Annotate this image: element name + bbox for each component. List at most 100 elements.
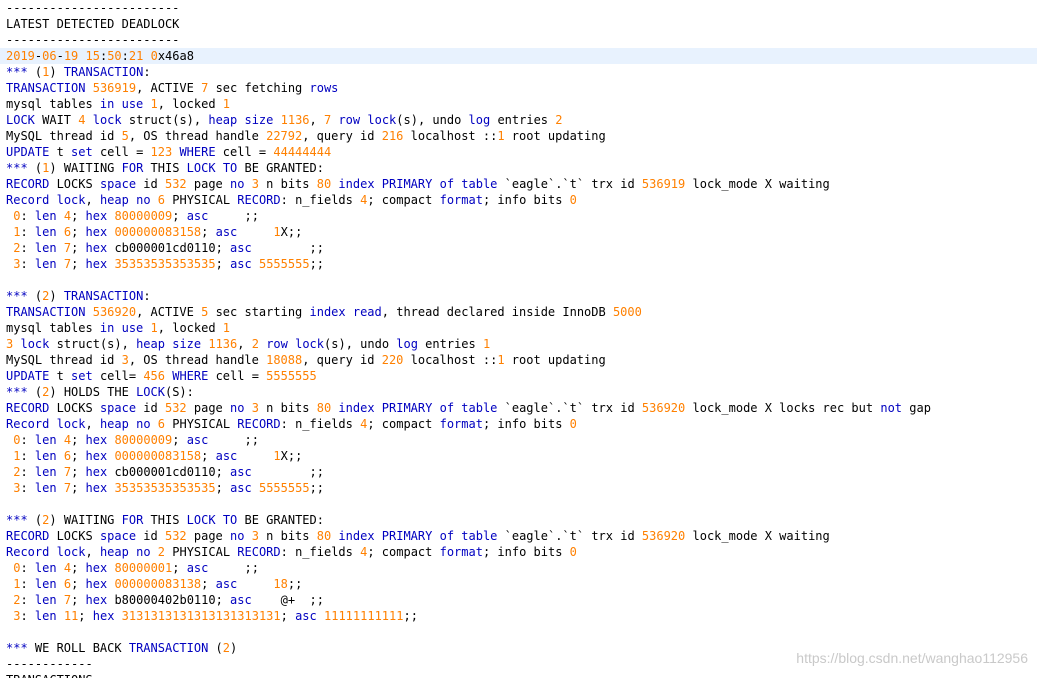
keyword-token: asc — [215, 225, 238, 239]
code-line: 3: len 7; hex 35353535353535; asc 555555… — [0, 256, 1037, 272]
keyword-token: table — [461, 177, 498, 191]
text-token: : — [143, 65, 151, 79]
keyword-token: index — [309, 305, 346, 319]
text-token: ; — [71, 481, 86, 495]
keyword-token: no — [230, 401, 245, 415]
number-token: 216 — [381, 129, 404, 143]
keyword-token: TRANSACTION — [6, 305, 86, 319]
text-token: (s), undo — [396, 113, 469, 127]
keyword-token: index — [338, 529, 375, 543]
number-token: 6 — [63, 577, 72, 591]
text-token: - — [56, 49, 64, 63]
text-token: : n_fields — [280, 545, 361, 559]
keyword-token: UPDATE — [6, 369, 50, 383]
number-token: 5 — [121, 129, 129, 143]
text-token: ; — [71, 449, 86, 463]
keyword-token: heap — [99, 417, 129, 431]
code-line: 2: len 7; hex cb000001cd0110; asc ;; — [0, 464, 1037, 480]
number-token: 7 — [63, 257, 72, 271]
keyword-token: table — [461, 401, 498, 415]
code-line: UPDATE t set cell= 456 WHERE cell = 5555… — [0, 368, 1037, 384]
number-token: 6 — [63, 449, 72, 463]
keyword-token: len — [34, 465, 57, 479]
keyword-token: of — [439, 177, 455, 191]
keyword-token: lock — [56, 545, 86, 559]
code-editor[interactable]: ------------------------ LATEST DETECTED … — [0, 0, 1037, 678]
text-token: THIS — [143, 161, 187, 175]
text-token: , OS thread handle — [128, 129, 267, 143]
text-token: entries — [417, 337, 483, 351]
text-token: LOCKS — [49, 529, 100, 543]
text-token: id — [136, 401, 165, 415]
keyword-token: hex — [85, 593, 108, 607]
keyword-token: size — [244, 113, 274, 127]
keyword-token: TRANSACTION — [128, 641, 209, 655]
number-token: 35353535353535 — [114, 257, 216, 271]
number-token: 2 — [555, 113, 563, 127]
text-token: ;; — [287, 577, 303, 591]
number-token: 536920 — [92, 305, 137, 319]
text-token: ------------ — [6, 657, 93, 671]
keyword-token: PRIMARY — [381, 401, 433, 415]
text-token: struct(s), — [121, 113, 209, 127]
number-token: 1136 — [208, 337, 238, 351]
code-line: LOCK WAIT 4 lock struct(s), heap size 11… — [0, 112, 1037, 128]
text-token: ; compact — [367, 545, 440, 559]
text-token: LATEST DETECTED DEADLOCK — [6, 17, 180, 31]
number-token: 1 — [497, 129, 505, 143]
keyword-token: RECORD — [237, 417, 281, 431]
text-token: ; — [71, 577, 86, 591]
code-line: TRANSACTION 536919, ACTIVE 7 sec fetchin… — [0, 80, 1037, 96]
text-token: (S): — [164, 385, 194, 399]
text-token: id — [136, 177, 165, 191]
text-token: ( — [27, 289, 43, 303]
text-token: mysql tables — [6, 321, 100, 335]
code-line: 1: len 6; hex 000000083158; asc 1X;; — [0, 224, 1037, 240]
text-token: ;; — [309, 481, 325, 495]
text-token: ; info bits — [482, 545, 570, 559]
number-token: 0 — [150, 49, 158, 63]
number-token: 536919 — [92, 81, 137, 95]
keyword-token: of — [439, 401, 455, 415]
code-line: 1: len 6; hex 000000083158; asc 1X;; — [0, 448, 1037, 464]
keyword-token: size — [172, 337, 202, 351]
text-token: (s), undo — [324, 337, 397, 351]
text-token: cell= — [92, 369, 144, 383]
text-token: MySQL thread id — [6, 129, 122, 143]
number-token: 1 — [273, 449, 281, 463]
text-token: ) WAITING — [49, 513, 122, 527]
text-token: : n_fields — [280, 417, 361, 431]
text-token: ; — [71, 241, 86, 255]
number-token: 1136 — [280, 113, 310, 127]
text-token: ; — [71, 209, 86, 223]
number-token: 0 — [569, 545, 577, 559]
keyword-token: lock — [56, 193, 86, 207]
text-token: BE GRANTED: — [237, 161, 324, 175]
keyword-token: len — [34, 609, 57, 623]
text-token: id — [136, 529, 165, 543]
keyword-token: len — [34, 481, 57, 495]
number-token: 532 — [164, 529, 187, 543]
code-line: RECORD LOCKS space id 532 page no 3 n bi… — [0, 528, 1037, 544]
text-token: ; — [172, 209, 187, 223]
text-token: sec fetching — [208, 81, 310, 95]
text-token: cb000001cd0110; — [107, 465, 231, 479]
text-token: ; — [78, 609, 93, 623]
number-token: 6 — [157, 417, 166, 431]
text-token: ( — [27, 161, 43, 175]
text-token: , query id — [302, 353, 382, 367]
code-line: 3: len 7; hex 35353535353535; asc 555555… — [0, 480, 1037, 496]
text-token: , — [309, 113, 324, 127]
text-token: ; compact — [367, 193, 440, 207]
